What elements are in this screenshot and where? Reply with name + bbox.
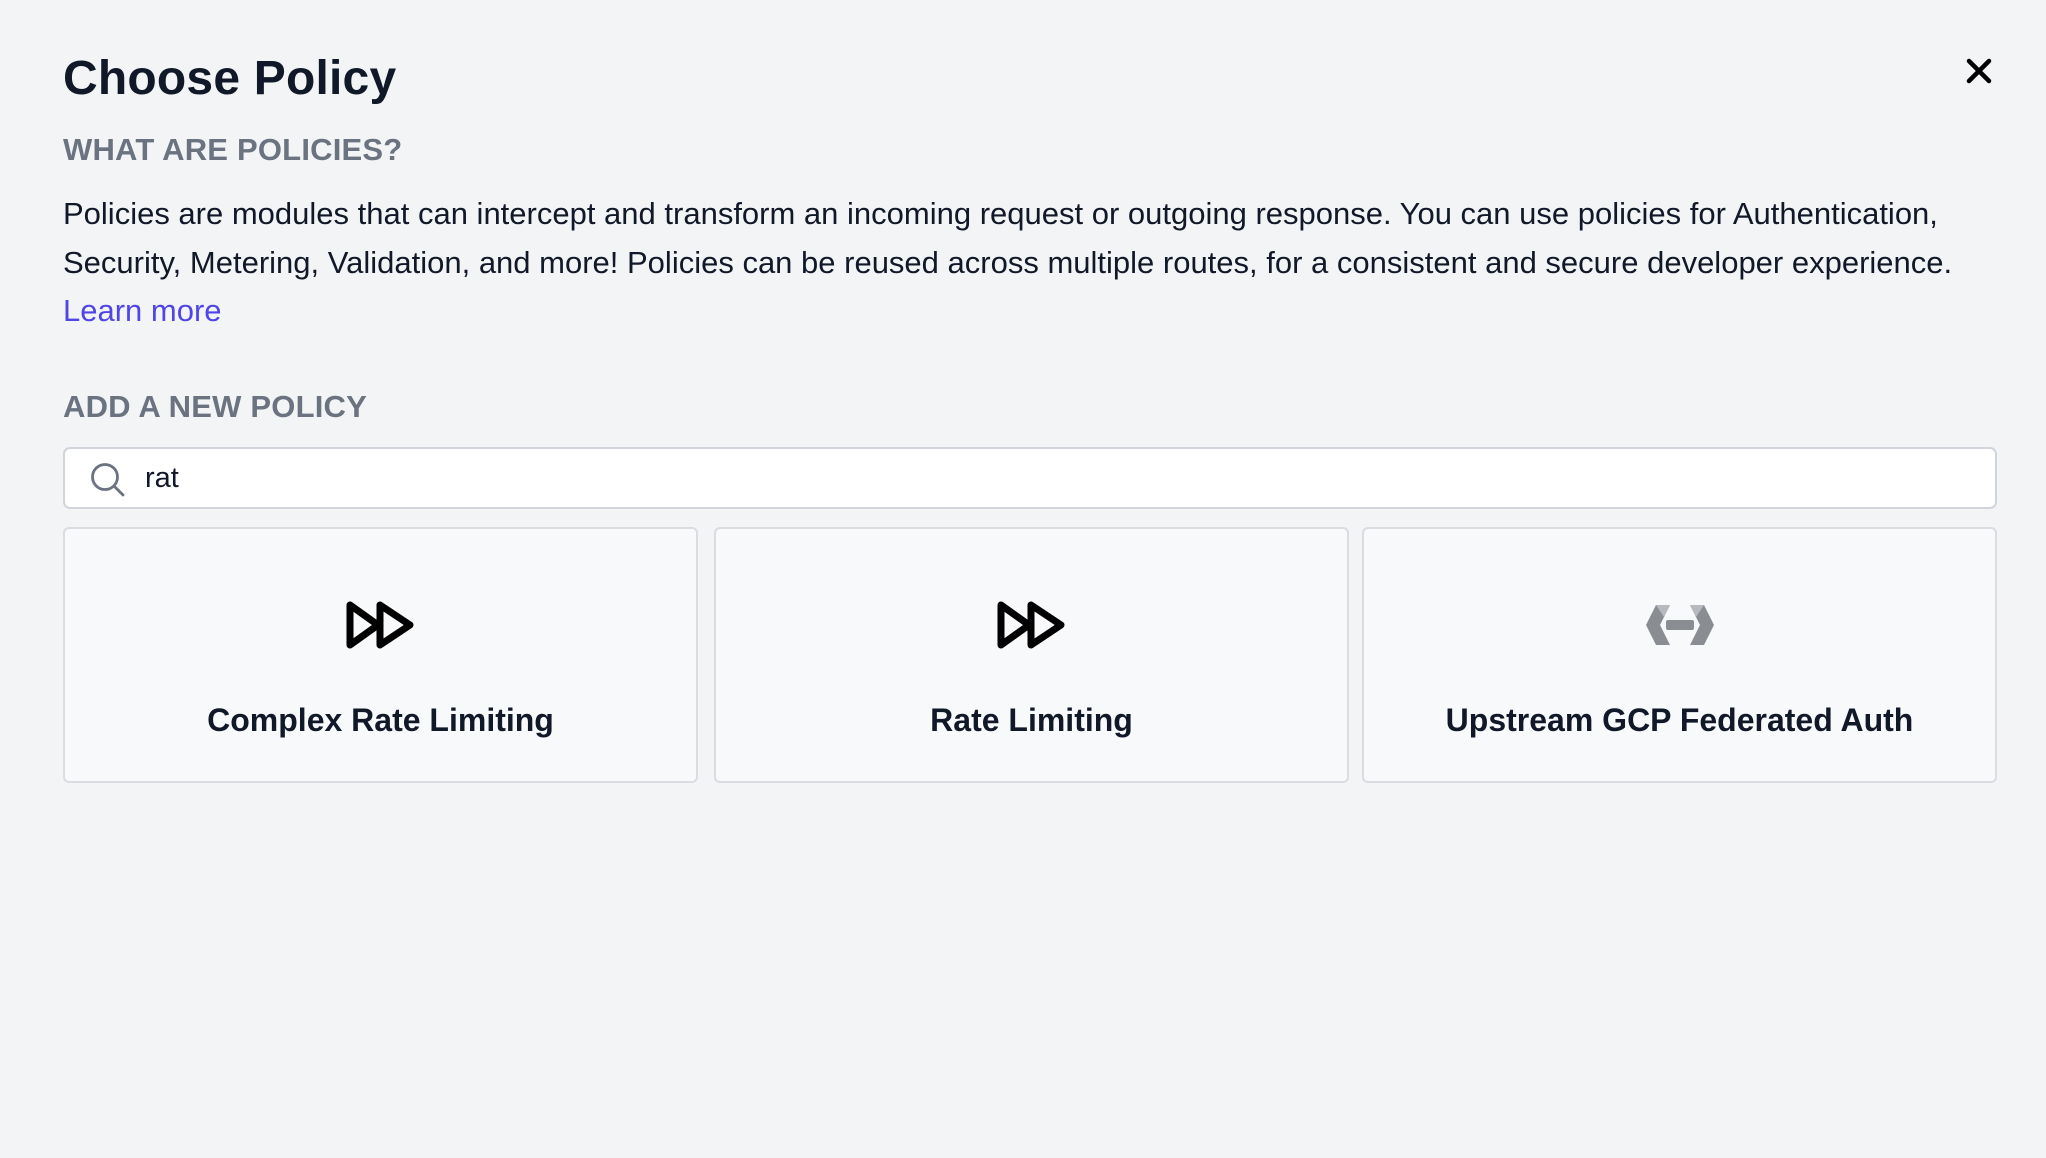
what-are-policies-heading: WHAT ARE POLICIES? — [63, 132, 403, 167]
policy-card-label: Complex Rate Limiting — [207, 702, 554, 738]
modal-title: Choose Policy — [63, 52, 397, 105]
fast-forward-icon — [346, 601, 413, 649]
policy-results-grid: Complex Rate Limiting Rate Limiting Upst… — [63, 527, 1997, 783]
description-text: Policies are modules that can intercept … — [63, 196, 1953, 280]
choose-policy-modal: Choose Policy WHAT ARE POLICIES? Policie… — [0, 0, 2046, 1158]
close-icon — [1966, 58, 1992, 84]
close-button[interactable] — [1960, 52, 1998, 90]
policy-card-complex-rate-limiting[interactable]: Complex Rate Limiting — [63, 527, 698, 783]
policy-card-label: Upstream GCP Federated Auth — [1445, 702, 1914, 738]
policy-card-rate-limiting[interactable]: Rate Limiting — [714, 527, 1349, 783]
learn-more-link[interactable]: Learn more — [63, 293, 222, 328]
fast-forward-icon — [997, 601, 1064, 649]
policy-search-box — [63, 447, 1997, 509]
policies-description: Policies are modules that can intercept … — [63, 190, 2003, 336]
policy-card-upstream-gcp-federated-auth[interactable]: Upstream GCP Federated Auth — [1362, 527, 1997, 783]
search-icon — [91, 463, 125, 497]
add-new-policy-heading: ADD A NEW POLICY — [63, 389, 368, 424]
policy-card-label: Rate Limiting — [930, 702, 1133, 738]
gcp-logo-icon — [1645, 605, 1714, 645]
policy-search-input[interactable] — [145, 449, 1975, 507]
